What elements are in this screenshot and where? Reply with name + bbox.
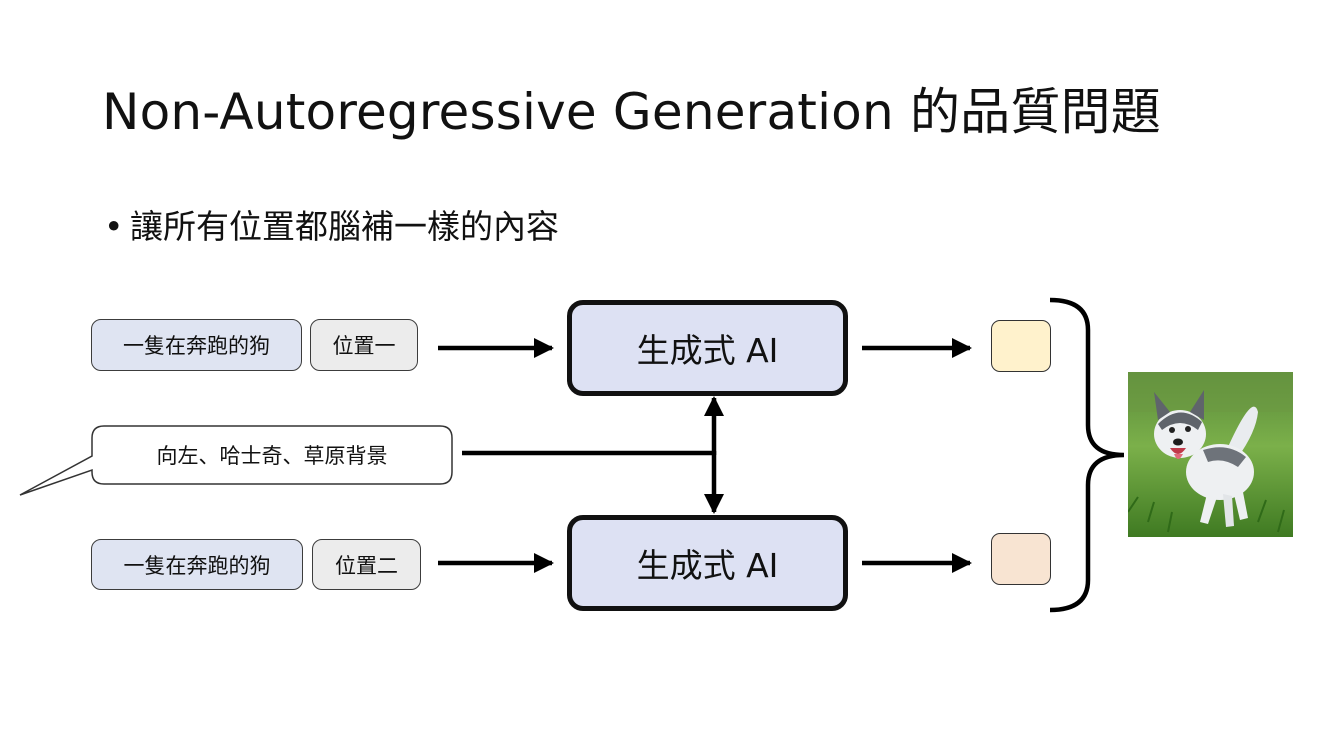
- row2-position-box: 位置二: [312, 539, 421, 590]
- husky-photo: [1128, 372, 1293, 537]
- speech-bubble-text: 向左、哈士奇、草原背景: [156, 444, 388, 468]
- row1-prompt-box: 一隻在奔跑的狗: [91, 319, 302, 371]
- curly-brace: [1049, 297, 1125, 613]
- row2-output-token: [991, 533, 1051, 585]
- row1-output-token: [991, 320, 1051, 372]
- row2-prompt-box: 一隻在奔跑的狗: [91, 539, 303, 590]
- husky-running-on-grass-photo: [1128, 372, 1293, 537]
- row1-position-box: 位置一: [310, 319, 418, 371]
- row2-model-box: 生成式 AI: [567, 515, 848, 611]
- row1-model-box: 生成式 AI: [567, 300, 848, 396]
